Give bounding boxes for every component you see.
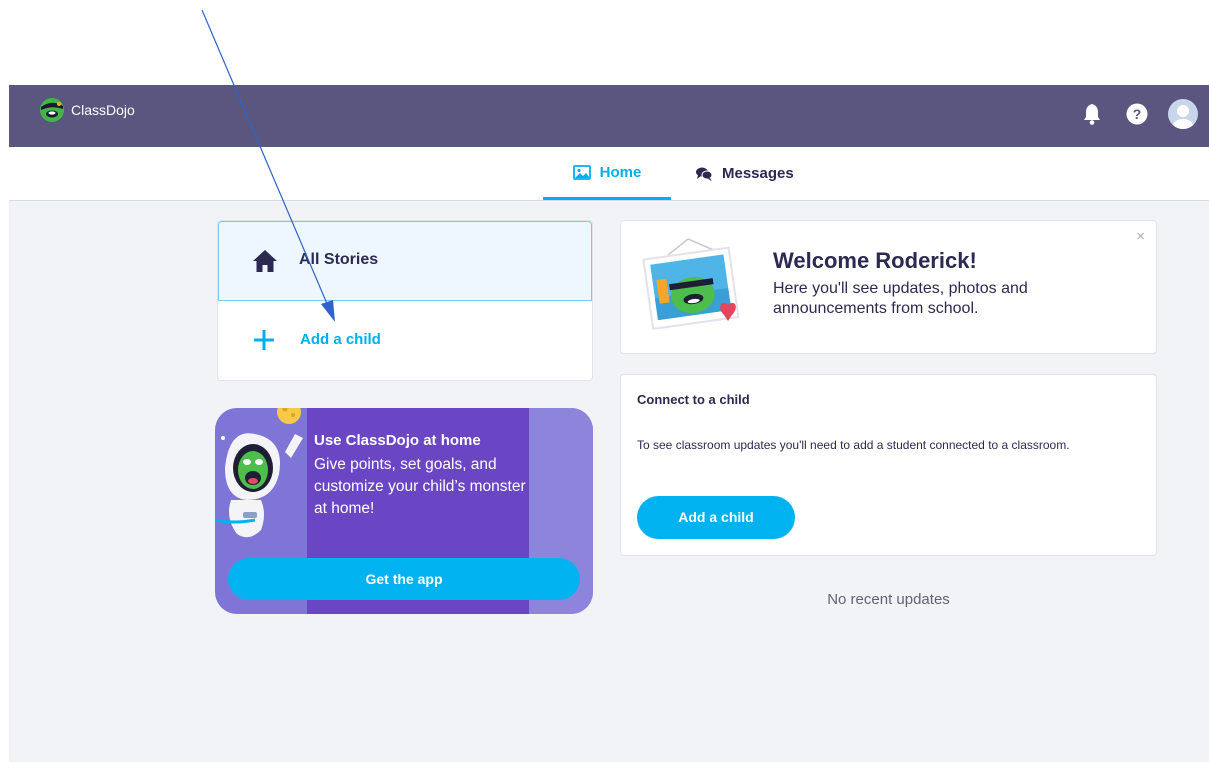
image-icon	[572, 165, 591, 180]
home-icon	[253, 250, 277, 272]
story-filter-card: All Stories Add a child	[217, 220, 593, 381]
welcome-title: Welcome Roderick!	[773, 248, 977, 273]
all-stories-label: All Stories	[299, 251, 379, 268]
svg-text:?: ?	[1133, 106, 1142, 122]
connect-body: To see classroom updates you'll need to …	[637, 438, 1070, 452]
promo-card: Use ClassDojo at home Give points, set g…	[215, 408, 593, 614]
get-the-app-button[interactable]: Get the app	[228, 558, 580, 600]
tab-home[interactable]: Home	[543, 147, 671, 200]
monster-photo-icon	[642, 238, 740, 331]
header-actions: ?	[1082, 99, 1198, 129]
tab-messages-label: Messages	[722, 165, 794, 182]
brand[interactable]: ClassDojo	[39, 97, 135, 123]
tab-home-label: Home	[599, 163, 642, 181]
main-content: All Stories Add a child Use ClassDojo at…	[9, 201, 1209, 762]
avatar[interactable]	[1168, 99, 1198, 129]
welcome-card: Welcome Roderick! Here you'll see update…	[620, 220, 1157, 354]
help-icon[interactable]: ?	[1126, 103, 1148, 125]
chat-icon	[696, 167, 713, 181]
page: ClassDojo ? Home Messages All Stories Ad…	[0, 0, 1209, 762]
classdojo-logo-icon	[40, 98, 64, 122]
all-stories-item[interactable]: All Stories	[218, 221, 592, 301]
add-child-link[interactable]: Add a child	[218, 321, 592, 361]
bell-icon[interactable]	[1082, 103, 1102, 125]
avatar-icon	[1172, 105, 1194, 129]
add-child-button[interactable]: Add a child	[637, 496, 795, 539]
connect-child-card: Connect to a child To see classroom upda…	[620, 374, 1157, 556]
top-header: ClassDojo ?	[9, 85, 1209, 147]
plus-icon	[254, 330, 274, 350]
close-icon[interactable]: ×	[1136, 228, 1145, 245]
brand-name: ClassDojo	[71, 102, 135, 118]
welcome-body: Here you'll see updates, photos and anno…	[773, 280, 1028, 317]
promo-title: Use ClassDojo at home	[314, 432, 481, 449]
empty-feed-text: No recent updates	[827, 591, 950, 608]
promo-body: Give points, set goals, and customize yo…	[314, 456, 526, 517]
add-child-label: Add a child	[300, 331, 381, 348]
nav-tabs: Home Messages	[9, 147, 1209, 201]
astronaut-monster-icon	[215, 408, 303, 538]
tab-messages[interactable]: Messages	[695, 147, 794, 200]
connect-title: Connect to a child	[637, 392, 750, 407]
